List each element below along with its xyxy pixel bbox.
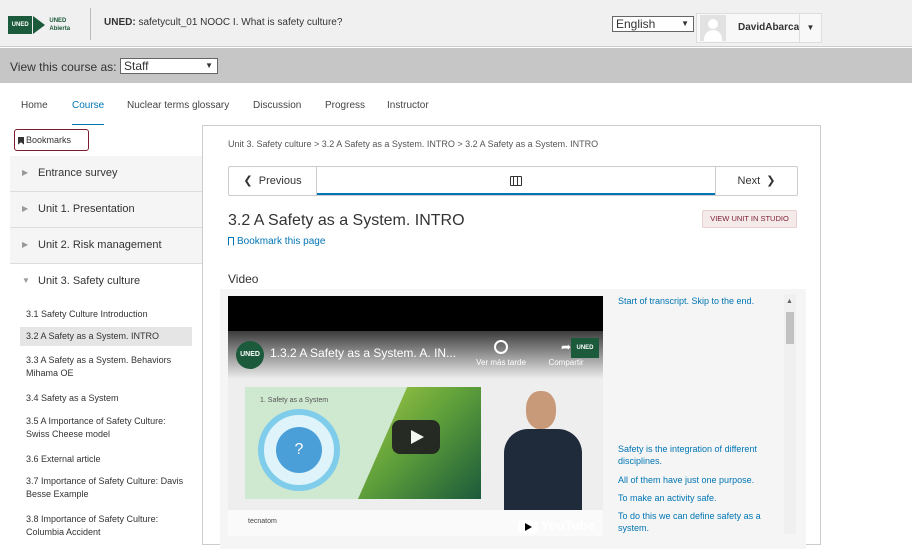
avatar bbox=[700, 15, 726, 41]
tab-home[interactable]: Home bbox=[21, 100, 48, 126]
youtube-play-icon bbox=[518, 519, 538, 534]
video-unit-icon bbox=[510, 176, 522, 186]
clock-icon bbox=[494, 340, 508, 354]
chapter-label: Unit 3. Safety culture bbox=[38, 275, 141, 287]
chapter-label: Unit 1. Presentation bbox=[38, 203, 135, 215]
dropdown-arrow-icon: ▼ bbox=[681, 19, 689, 28]
chevron-right-icon: ❯ bbox=[760, 175, 776, 187]
bookmarks-label: Bookmarks bbox=[26, 135, 72, 145]
sidebar-section[interactable]: 3.4 Safety as a System bbox=[20, 389, 192, 408]
transcript-line[interactable]: Safety is the integration of different d… bbox=[618, 443, 780, 467]
video-heading: Video bbox=[228, 272, 259, 286]
chevron-down-icon: ▼ bbox=[22, 276, 30, 285]
chapter-unit-2[interactable]: ▶ Unit 2. Risk management bbox=[10, 228, 202, 264]
sidebar-section[interactable]: 3.3 A Safety as a System. Behaviors Miha… bbox=[20, 351, 192, 383]
scrollbar-thumb[interactable] bbox=[786, 312, 794, 344]
share-label: Compartir bbox=[548, 358, 584, 367]
unit-title: 3.2 A Safety as a System. INTRO bbox=[228, 212, 465, 229]
user-menu[interactable]: DavidAbarca ▼ bbox=[696, 13, 822, 43]
tecnatom-logo: tecnatom bbox=[248, 518, 277, 525]
transcript-line[interactable]: To do this we can define safety as a sys… bbox=[618, 510, 780, 534]
view-unit-in-studio-button[interactable]: VIEW UNIT IN STUDIO bbox=[702, 210, 797, 228]
course-title-text: safetycult_01 NOOC I. What is safety cul… bbox=[138, 17, 343, 28]
scroll-up-icon[interactable]: ▲ bbox=[786, 298, 793, 305]
bookmark-page-link[interactable]: Bookmark this page bbox=[228, 236, 325, 247]
chevron-left-icon: ❮ bbox=[243, 175, 259, 187]
chevron-right-icon: ▶ bbox=[22, 240, 29, 249]
tab-glossary[interactable]: Nuclear terms glossary bbox=[127, 100, 229, 126]
sequence-nav: ❮ Previous Next ❯ bbox=[228, 166, 798, 196]
transcript-line[interactable]: All of them have just one purpose. bbox=[618, 474, 780, 486]
breadcrumb: Unit 3. Safety culture > 3.2 A Safety as… bbox=[228, 139, 599, 149]
sidebar-section[interactable]: 3.1 Safety Culture Introduction bbox=[20, 305, 192, 324]
previous-label: Previous bbox=[258, 175, 302, 187]
view-as-label: View this course as: bbox=[10, 60, 117, 74]
course-title: UNED: safetycult_01 NOOC I. What is safe… bbox=[104, 17, 342, 28]
youtube-label: YouTube bbox=[541, 518, 595, 533]
presenter-head bbox=[526, 391, 556, 429]
skip-transcript-link[interactable]: Start of transcript. Skip to the end. bbox=[618, 296, 778, 306]
chapter-unit-3[interactable]: ▼ Unit 3. Safety culture bbox=[10, 264, 202, 300]
bookmark-outline-icon bbox=[228, 236, 234, 246]
dropdown-arrow-icon: ▼ bbox=[205, 61, 213, 70]
next-label: Next bbox=[737, 175, 761, 187]
bookmark-page-label: Bookmark this page bbox=[237, 236, 326, 247]
sidebar-section[interactable]: 3.7 Importance of Safety Culture: Davis … bbox=[20, 472, 192, 504]
unit-content: Unit 3. Safety culture > 3.2 A Safety as… bbox=[204, 126, 820, 549]
watch-later-label: Ver más tarde bbox=[476, 358, 526, 367]
sidebar-section[interactable]: 3.8 Importance of Safety Culture: Columb… bbox=[20, 510, 192, 542]
uned-logo-sub: UNED Abierta bbox=[49, 18, 71, 32]
next-button[interactable]: Next ❯ bbox=[715, 167, 797, 195]
play-button-icon[interactable] bbox=[392, 420, 440, 454]
chevron-right-icon: ▶ bbox=[22, 168, 29, 177]
view-as-select[interactable]: Staff ▼ bbox=[120, 58, 218, 74]
view-as-value: Staff bbox=[124, 59, 149, 73]
channel-watermark: UNED bbox=[571, 338, 599, 358]
slide-question-mark: ? bbox=[276, 427, 322, 473]
top-header: UNED UNED Abierta UNED: safetycult_01 NO… bbox=[0, 0, 912, 47]
sidebar-section-active[interactable]: 3.2 A Safety as a System. INTRO bbox=[20, 327, 192, 346]
transcript-panel: Start of transcript. Skip to the end. Sa… bbox=[612, 294, 800, 544]
language-value: English bbox=[616, 17, 656, 31]
tab-course[interactable]: Course bbox=[72, 100, 105, 126]
channel-logo[interactable]: UNED bbox=[236, 341, 264, 369]
video-title[interactable]: 1.3.2 A Safety as a System. A. IN... bbox=[270, 346, 456, 360]
uned-logo-box: UNED bbox=[8, 16, 33, 34]
uned-logo[interactable]: UNED UNED Abierta bbox=[8, 11, 86, 39]
sidebar-section[interactable]: 3.5 A Importance of Safety Culture: Swis… bbox=[20, 412, 192, 444]
username: DavidAbarca bbox=[738, 22, 800, 33]
tab-instructor[interactable]: Instructor bbox=[387, 100, 429, 126]
header-divider bbox=[90, 8, 91, 40]
chapter-label: Entrance survey bbox=[38, 167, 118, 179]
slide-title: 1. Safety as a System bbox=[260, 397, 329, 404]
uned-logo-mark bbox=[33, 16, 46, 34]
view-as-bar: View this course as: Staff ▼ bbox=[0, 48, 912, 83]
user-menu-caret-icon[interactable]: ▼ bbox=[799, 14, 821, 42]
watch-later-button[interactable]: Ver más tarde bbox=[471, 340, 531, 367]
course-outline-sidebar: Bookmarks ▶ Entrance survey ▶ Unit 1. Pres… bbox=[10, 125, 203, 545]
chapter-entrance-survey[interactable]: ▶ Entrance survey bbox=[10, 156, 202, 192]
chevron-right-icon: ▶ bbox=[22, 204, 29, 213]
course-tabs: Home Course Nuclear terms glossary Discu… bbox=[0, 84, 912, 126]
course-title-org: UNED: bbox=[104, 17, 136, 28]
previous-button[interactable]: ❮ Previous bbox=[229, 167, 317, 195]
language-select[interactable]: English ▼ bbox=[612, 16, 694, 32]
sequence-unit-tab[interactable] bbox=[317, 167, 715, 195]
bookmark-icon bbox=[18, 136, 24, 145]
chapter-label: Unit 2. Risk management bbox=[38, 239, 162, 251]
bookmarks-button[interactable]: Bookmarks bbox=[14, 129, 89, 151]
video-player[interactable]: ? 1. Safety as a System tecnatom UNED 1.… bbox=[228, 296, 603, 536]
transcript-line[interactable]: To make an activity safe. bbox=[618, 492, 780, 504]
chapter-unit-1[interactable]: ▶ Unit 1. Presentation bbox=[10, 192, 202, 228]
sidebar-section[interactable]: 3.6 External article bbox=[20, 450, 192, 469]
tab-progress[interactable]: Progress bbox=[325, 100, 365, 126]
transcript-scrollbar[interactable]: ▲ bbox=[784, 294, 796, 534]
tab-discussion[interactable]: Discussion bbox=[253, 100, 301, 126]
youtube-logo[interactable]: YouTube bbox=[518, 518, 595, 534]
